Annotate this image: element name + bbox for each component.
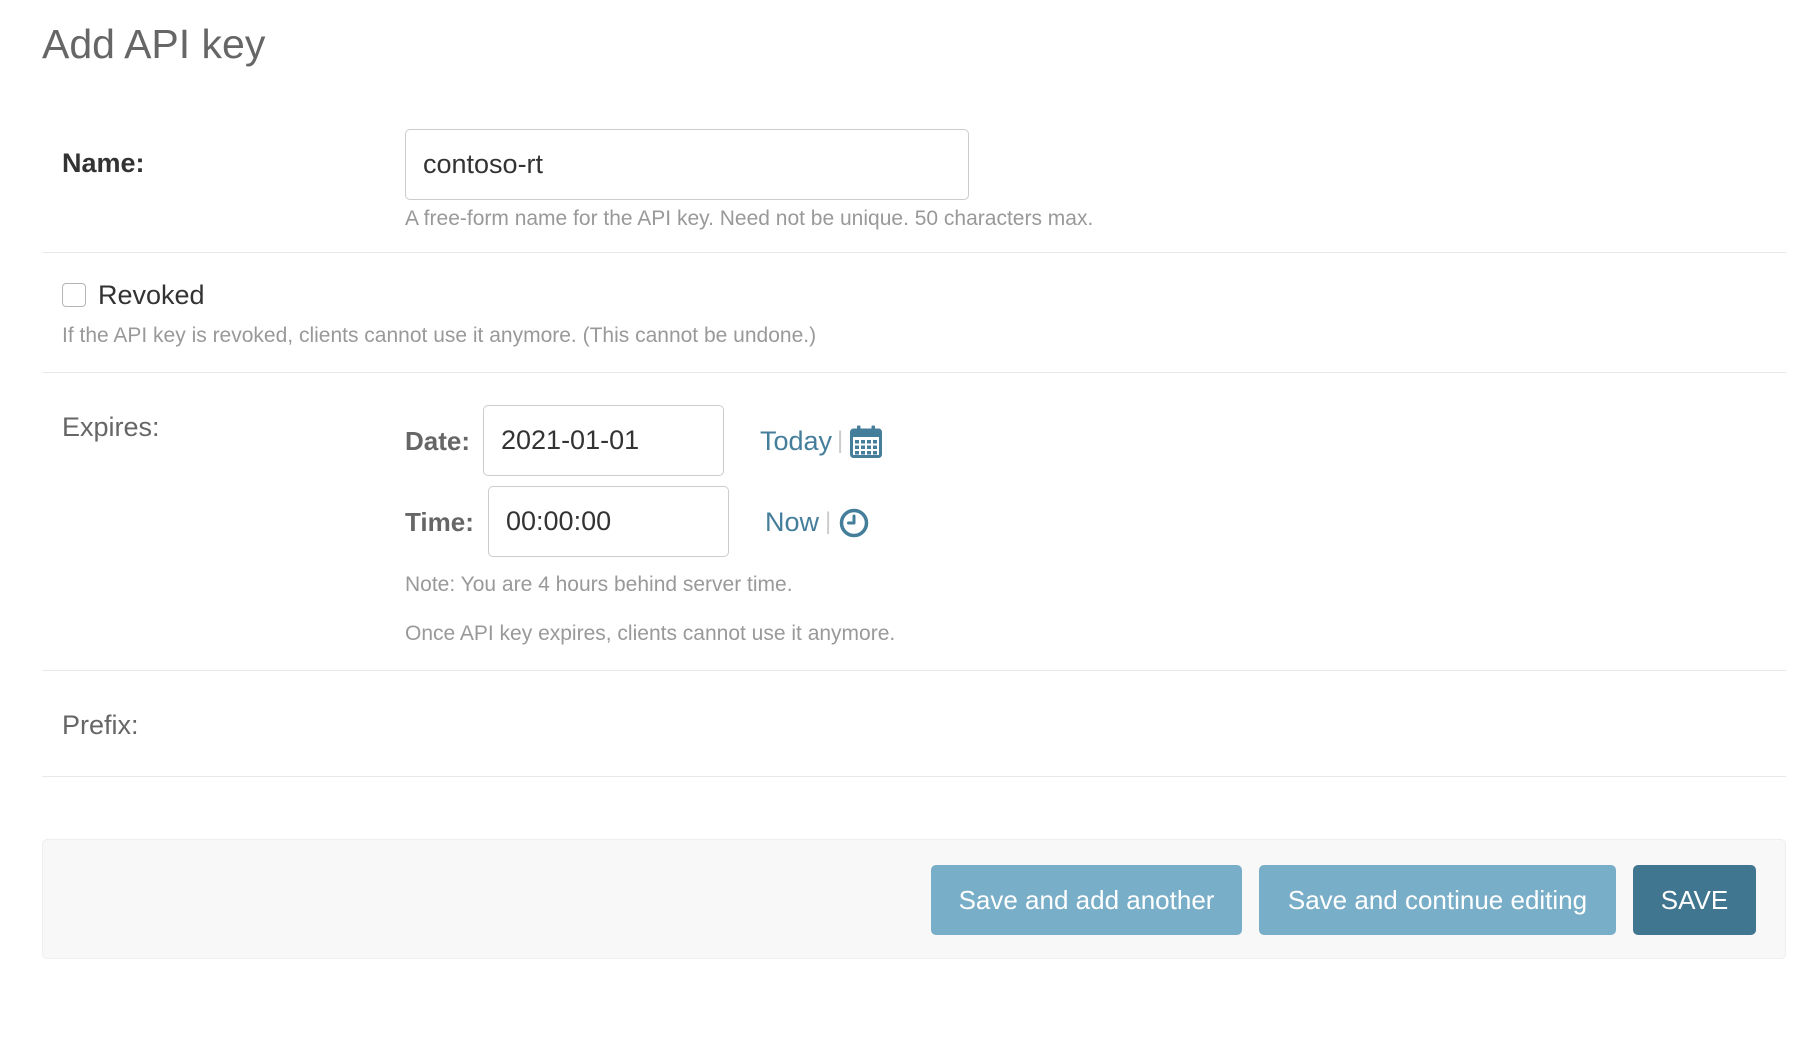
expires-field-row: Expires: Date: Today | Time: Now | — [42, 372, 1786, 671]
date-shortcut-separator: | — [837, 427, 844, 454]
add-api-key-page: Add API key Name: A free-form name for t… — [0, 0, 1820, 1056]
name-field-row: Name: A free-form name for the API key. … — [42, 106, 1786, 253]
name-label: Name: — [62, 148, 145, 178]
save-button[interactable]: SAVE — [1633, 865, 1756, 935]
date-input[interactable] — [483, 405, 724, 476]
now-link[interactable]: Now — [765, 505, 819, 539]
calendar-icon[interactable] — [850, 425, 882, 463]
clock-icon[interactable] — [839, 508, 869, 543]
revoked-checkbox[interactable] — [62, 283, 86, 307]
expires-label: Expires: — [62, 412, 160, 442]
prefix-label: Prefix: — [62, 710, 139, 740]
revoked-label[interactable]: Revoked — [98, 278, 205, 312]
time-label: Time: — [405, 507, 474, 537]
time-input[interactable] — [488, 486, 729, 557]
page-title: Add API key — [42, 21, 266, 67]
revoked-help-text: If the API key is revoked, clients canno… — [62, 324, 817, 347]
date-label: Date: — [405, 426, 471, 456]
save-and-continue-editing-button[interactable]: Save and continue editing — [1259, 865, 1616, 935]
expires-help-text: Once API key expires, clients cannot use… — [405, 622, 896, 645]
timezone-note: Note: You are 4 hours behind server time… — [405, 573, 793, 596]
name-input[interactable] — [405, 129, 969, 200]
prefix-field-row: Prefix: — [42, 670, 1786, 777]
submit-row: Save and add another Save and continue e… — [42, 839, 1786, 959]
save-and-add-another-button[interactable]: Save and add another — [931, 865, 1242, 935]
revoked-field-row: Revoked If the API key is revoked, clien… — [42, 252, 1786, 373]
today-link[interactable]: Today — [760, 424, 832, 458]
time-shortcut-separator: | — [825, 508, 832, 535]
name-help-text: A free-form name for the API key. Need n… — [405, 207, 1094, 230]
